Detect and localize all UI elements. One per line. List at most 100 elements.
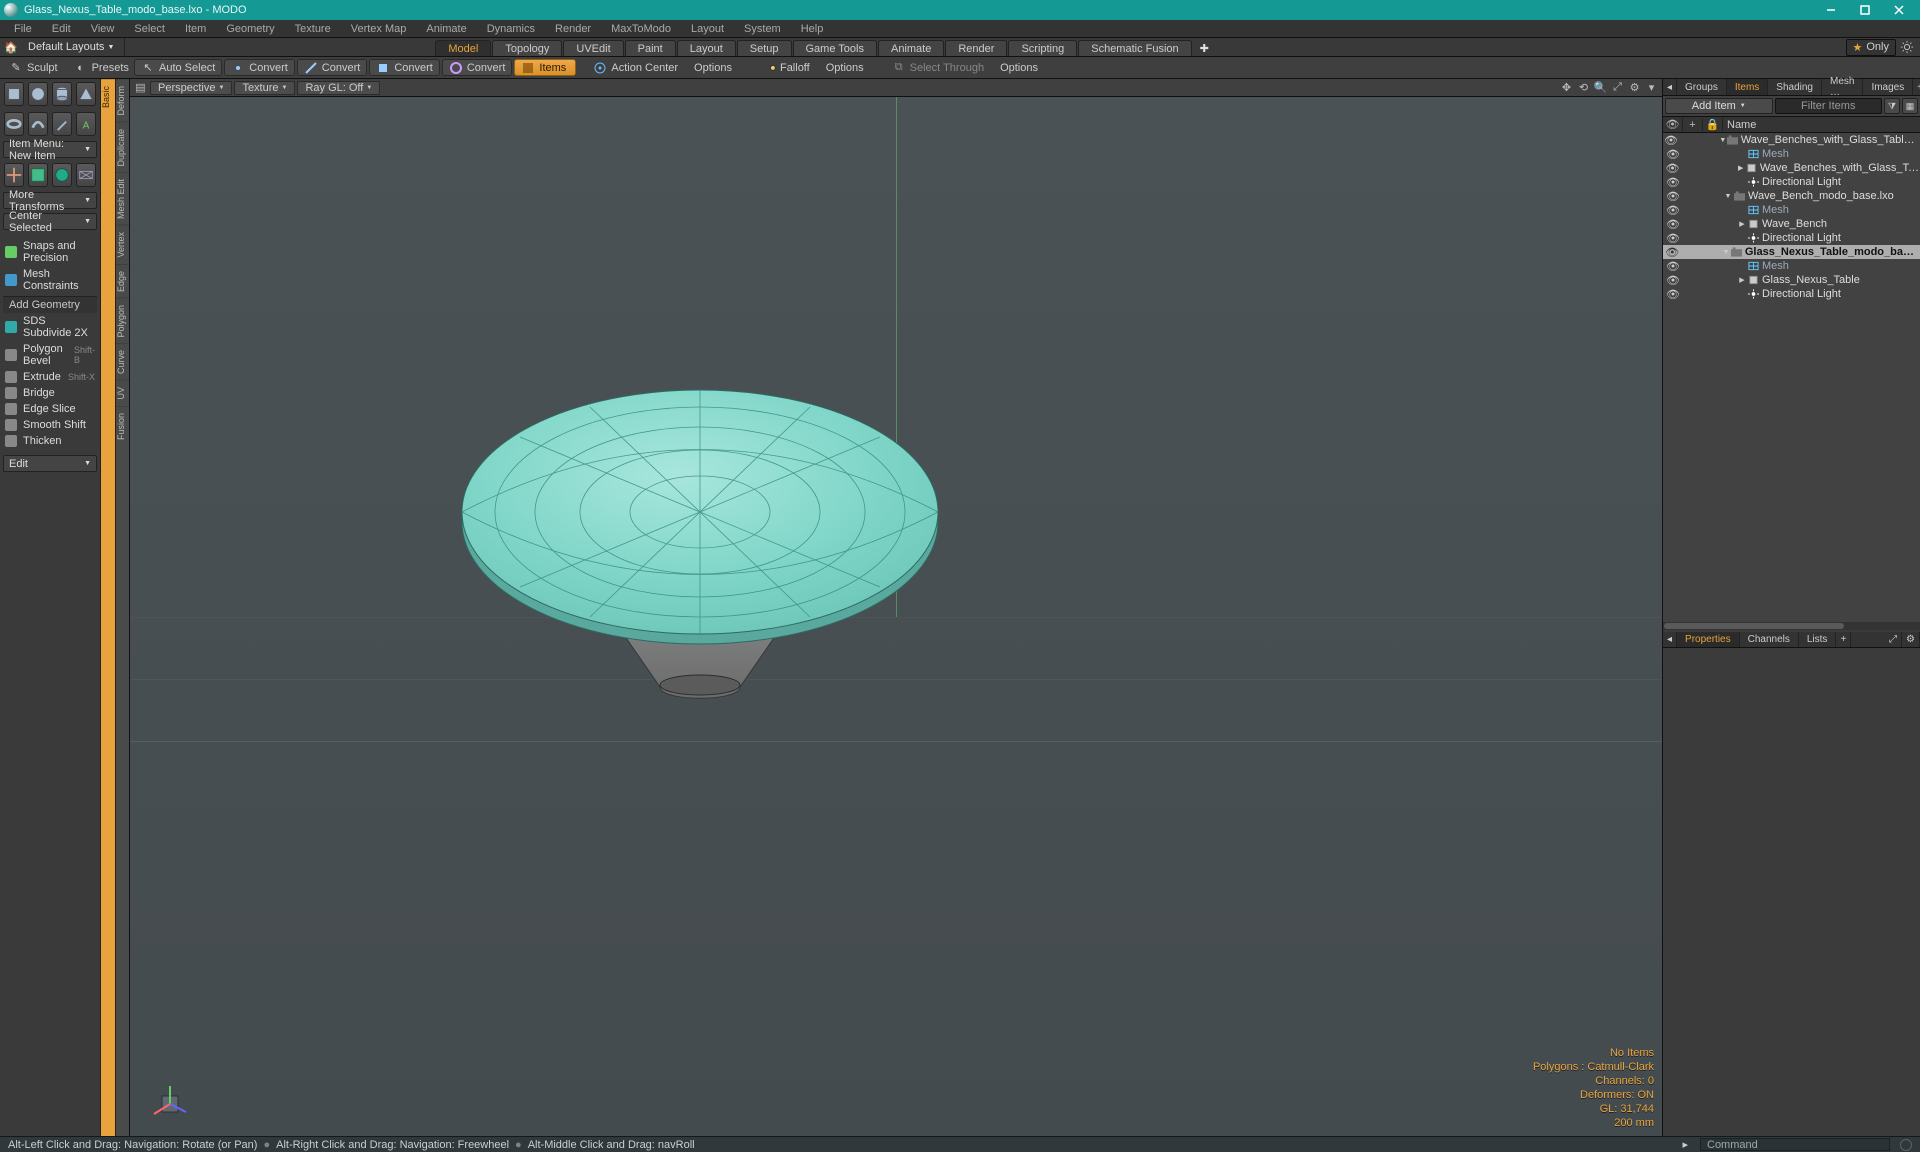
layout-tab-animate[interactable]: Animate — [878, 40, 944, 56]
visibility-eye-icon[interactable]: 👁 — [1663, 246, 1682, 259]
tree-row[interactable]: 👁▶Wave_Bench — [1663, 217, 1920, 231]
rc-collapse-icon[interactable]: ◂ — [1663, 79, 1677, 95]
rc2-tab-channels[interactable]: Channels — [1740, 632, 1799, 647]
layout-tab-gametools[interactable]: Game Tools — [793, 40, 878, 56]
layout-dropdown[interactable]: Default Layouts ▼ — [22, 41, 120, 53]
lock-column-header[interactable]: 🔒 — [1703, 118, 1723, 131]
command-chevron-icon[interactable]: ▸ — [1682, 1138, 1688, 1151]
convert-materials-button[interactable]: Convert — [442, 59, 513, 76]
rc-tab-images[interactable]: Images — [1863, 79, 1913, 95]
layout-tab-layout[interactable]: Layout — [677, 40, 736, 56]
filter-clear-icon[interactable]: ▦ — [1902, 98, 1918, 114]
layout-tab-paint[interactable]: Paint — [625, 40, 676, 56]
visibility-eye-icon[interactable]: 👁 — [1663, 260, 1683, 273]
tool-thicken[interactable]: Thicken — [0, 433, 100, 449]
tree-row[interactable]: 👁Mesh — [1663, 203, 1920, 217]
fusion-button[interactable] — [52, 163, 72, 187]
plus-column-header[interactable]: + — [1683, 119, 1703, 131]
options-2-button[interactable]: Options — [819, 59, 871, 76]
view-chevron-icon[interactable]: ▾ — [1644, 80, 1659, 95]
menu-view[interactable]: View — [81, 20, 125, 37]
viewport-canvas[interactable]: No Items Polygons : Catmull-Clark Channe… — [130, 97, 1662, 1136]
layout-tab-uvedit[interactable]: UVEdit — [563, 40, 623, 56]
tool-extrude[interactable]: ExtrudeShift-X — [0, 369, 100, 385]
vtab-fusion[interactable]: Fusion — [116, 406, 130, 446]
layout-tab-model[interactable]: Model — [435, 40, 491, 56]
visibility-eye-icon[interactable]: 👁 — [1663, 204, 1683, 217]
vtab-vertex[interactable]: Vertex — [116, 225, 130, 264]
rc2-expand-icon[interactable]: ⤢ — [1885, 632, 1902, 647]
visibility-eye-icon[interactable]: 👁 — [1663, 274, 1683, 287]
visibility-eye-icon[interactable]: 👁 — [1663, 190, 1683, 203]
action-center-button[interactable]: Action Center — [586, 59, 685, 76]
visibility-eye-icon[interactable]: 👁 — [1663, 288, 1683, 301]
vtab-edge[interactable]: Edge — [116, 264, 130, 298]
menu-help[interactable]: Help — [791, 20, 834, 37]
tool-edge-slice[interactable]: Edge Slice — [0, 401, 100, 417]
menu-render[interactable]: Render — [545, 20, 601, 37]
tree-row[interactable]: 👁▼Wave_Benches_with_Glass_Table_modo_b… — [1663, 133, 1920, 147]
snaps-precision-button[interactable]: Snaps and Precision — [0, 238, 100, 266]
home-icon[interactable]: 🏠 — [4, 40, 18, 54]
visibility-eye-icon[interactable]: 👁 — [1663, 162, 1682, 175]
visibility-eye-icon[interactable]: 👁 — [1663, 176, 1683, 189]
vtab-deform[interactable]: Deform — [116, 79, 130, 122]
filter-items-input[interactable]: Filter Items — [1775, 98, 1883, 114]
only-toggle[interactable]: ★ Only — [1846, 39, 1897, 56]
viewport-menu-icon[interactable]: ▤ — [133, 80, 148, 95]
prim-torus-button[interactable] — [4, 112, 24, 136]
edit-dropdown[interactable]: Edit▼ — [3, 455, 97, 472]
vtab-meshedit[interactable]: Mesh Edit — [116, 172, 130, 225]
prim-cone-button[interactable] — [76, 82, 96, 106]
vtab-polygon[interactable]: Polygon — [116, 298, 130, 344]
tree-row[interactable]: 👁▼Glass_Nexus_Table_modo_base.lxo — [1663, 245, 1920, 259]
zoom-view-icon[interactable]: 🔍 — [1593, 80, 1608, 95]
presets-button[interactable]: ◐ Presets — [67, 59, 136, 76]
tool-smooth-shift[interactable]: Smooth Shift — [0, 417, 100, 433]
tree-row[interactable]: 👁Directional Light — [1663, 175, 1920, 189]
rc2-add-tab-icon[interactable]: + — [1836, 632, 1851, 647]
vtab-uv[interactable]: UV — [116, 380, 130, 406]
convert-polygons-button[interactable]: Convert — [369, 59, 440, 76]
falloff-button[interactable]: Falloff — [763, 59, 817, 76]
layout-tab-scripting[interactable]: Scripting — [1008, 40, 1077, 56]
sculpt-button[interactable]: ✎ Sculpt — [2, 59, 65, 76]
menu-item[interactable]: Item — [175, 20, 216, 37]
rc2-collapse-icon[interactable]: ◂ — [1663, 632, 1677, 647]
mesh-constraints-button[interactable]: Mesh Constraints — [0, 266, 100, 294]
auto-select-toggle[interactable]: ↖ Auto Select — [134, 59, 222, 76]
prim-text-button[interactable]: A — [76, 112, 96, 136]
command-input[interactable]: Command — [1700, 1138, 1890, 1151]
rc-add-tab-icon[interactable]: + — [1913, 79, 1920, 95]
layout-tab-topology[interactable]: Topology — [492, 40, 562, 56]
minimize-button[interactable] — [1814, 0, 1848, 20]
settings-gear-icon[interactable] — [1900, 40, 1914, 54]
rotate-view-icon[interactable]: ⟲ — [1576, 80, 1591, 95]
close-button[interactable] — [1882, 0, 1916, 20]
more-transforms-dropdown[interactable]: More Transforms▼ — [3, 192, 97, 209]
rc-tab-items[interactable]: Items — [1727, 79, 1768, 95]
menu-texture[interactable]: Texture — [285, 20, 341, 37]
expand-arrow-icon[interactable]: ▼ — [1719, 137, 1727, 144]
expand-arrow-icon[interactable]: ▶ — [1736, 164, 1745, 172]
tool-polygon-bevel[interactable]: Polygon BevelShift-B — [0, 341, 100, 369]
view-gear-icon[interactable]: ⚙ — [1627, 80, 1642, 95]
maximize-view-icon[interactable]: ⤢ — [1610, 80, 1625, 95]
tree-row[interactable]: 👁Mesh — [1663, 147, 1920, 161]
menu-system[interactable]: System — [734, 20, 791, 37]
expand-arrow-icon[interactable]: ▶ — [1737, 220, 1747, 228]
expand-arrow-icon[interactable]: ▼ — [1722, 249, 1731, 256]
menu-select[interactable]: Select — [124, 20, 175, 37]
visibility-eye-icon[interactable]: 👁 — [1663, 218, 1683, 231]
tree-hscroll[interactable] — [1663, 622, 1920, 630]
meshop-button[interactable] — [28, 163, 48, 187]
expand-arrow-icon[interactable]: ▶ — [1737, 276, 1747, 284]
prim-sphere-button[interactable] — [28, 82, 48, 106]
items-mode-button[interactable]: Items — [514, 59, 576, 76]
prim-tube-button[interactable] — [28, 112, 48, 136]
menu-file[interactable]: File — [4, 20, 42, 37]
layout-tab-setup[interactable]: Setup — [737, 40, 792, 56]
options-3-button[interactable]: Options — [993, 59, 1045, 76]
tree-row[interactable]: 👁▼Wave_Bench_modo_base.lxo — [1663, 189, 1920, 203]
visibility-eye-icon[interactable]: 👁 — [1663, 232, 1683, 245]
